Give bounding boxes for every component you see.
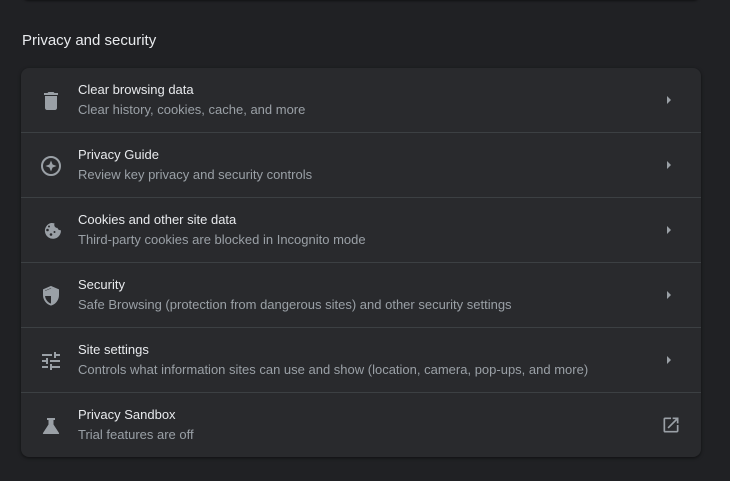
compass-icon xyxy=(39,154,63,178)
chevron-right-icon xyxy=(661,287,677,303)
cookie-icon xyxy=(39,219,63,243)
security-row[interactable]: Security Safe Browsing (protection from … xyxy=(21,262,701,327)
chevron-right-icon xyxy=(661,222,677,238)
chevron-right-icon xyxy=(661,157,677,173)
row-label: Privacy Sandbox xyxy=(78,407,176,422)
row-label: Clear browsing data xyxy=(78,82,194,97)
trash-icon xyxy=(39,89,63,113)
chevron-right-icon xyxy=(661,92,677,108)
tune-icon xyxy=(39,349,63,373)
cookies-row[interactable]: Cookies and other site data Third-party … xyxy=(21,197,701,262)
site-settings-row[interactable]: Site settings Controls what information … xyxy=(21,327,701,392)
privacy-settings-card: Clear browsing data Clear history, cooki… xyxy=(21,68,701,457)
row-sublabel: Clear history, cookies, cache, and more xyxy=(78,102,306,117)
privacy-sandbox-row[interactable]: Privacy Sandbox Trial features are off xyxy=(21,392,701,457)
row-label: Security xyxy=(78,277,125,292)
row-sublabel: Trial features are off xyxy=(78,427,194,442)
clear-browsing-data-row[interactable]: Clear browsing data Clear history, cooki… xyxy=(21,68,701,132)
row-label: Privacy Guide xyxy=(78,147,159,162)
open-in-new-icon[interactable] xyxy=(661,415,681,435)
row-sublabel: Controls what information sites can use … xyxy=(78,362,589,377)
row-label: Site settings xyxy=(78,342,149,357)
row-label: Cookies and other site data xyxy=(78,212,237,227)
privacy-guide-row[interactable]: Privacy Guide Review key privacy and sec… xyxy=(21,132,701,197)
shield-icon xyxy=(39,284,63,308)
row-sublabel: Third-party cookies are blocked in Incog… xyxy=(78,232,366,247)
flask-icon xyxy=(39,414,63,438)
chevron-right-icon xyxy=(661,352,677,368)
row-sublabel: Review key privacy and security controls xyxy=(78,167,313,182)
section-title: Privacy and security xyxy=(22,32,157,49)
row-sublabel: Safe Browsing (protection from dangerous… xyxy=(78,297,512,312)
